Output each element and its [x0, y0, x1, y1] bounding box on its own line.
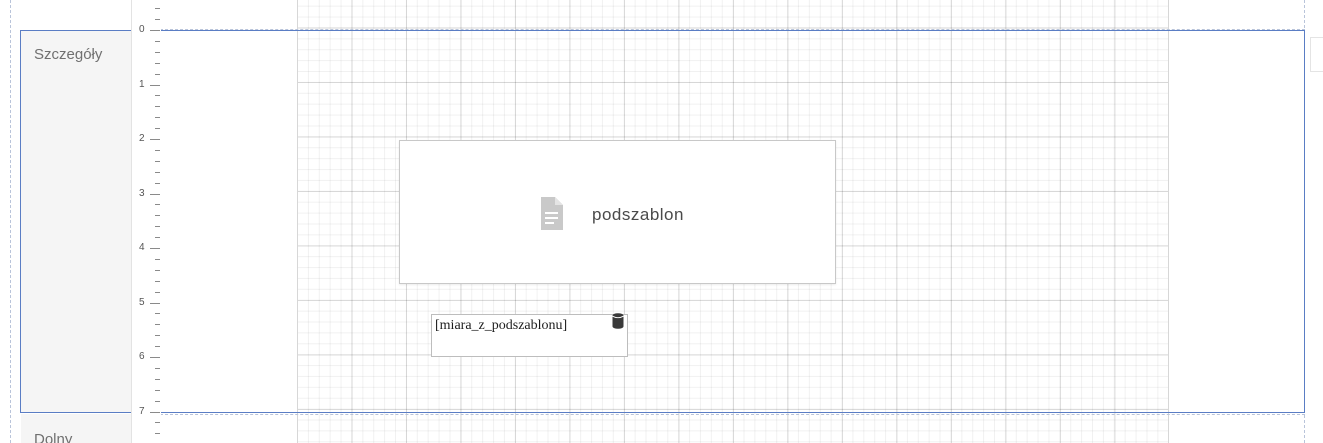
ruler-major-tick [150, 30, 160, 31]
ruler-number: 0 [139, 24, 145, 35]
database-icon[interactable] [612, 313, 624, 329]
ruler-minor-tick [155, 128, 160, 129]
ruler-minor-tick [155, 324, 160, 325]
ruler-minor-tick [155, 313, 160, 314]
ruler-number: 5 [139, 297, 145, 308]
page-margin-guide-left [10, 0, 11, 443]
ruler-minor-tick [155, 259, 160, 260]
details-band-label: Szczegóły [34, 46, 103, 63]
ruler-minor-tick [155, 368, 160, 369]
ruler-minor-tick [155, 433, 160, 434]
ruler-minor-tick [155, 63, 160, 64]
right-panel-tab[interactable] [1310, 37, 1323, 72]
ruler-minor-tick [155, 379, 160, 380]
ruler-minor-tick [155, 161, 160, 162]
ruler-minor-tick [155, 183, 160, 184]
ruler-minor-tick [155, 95, 160, 96]
footer-band-label: Dolny [34, 431, 73, 443]
ruler-minor-tick [155, 281, 160, 282]
ruler-major-tick [150, 248, 160, 249]
ruler-minor-tick [155, 215, 160, 216]
ruler-minor-tick [155, 401, 160, 402]
ruler-major-tick [150, 194, 160, 195]
ruler-major-tick [150, 303, 160, 304]
report-designer-canvas: Szczegóły Dolny 0 1 2 3 4 5 6 7 podszablon [mia… [0, 0, 1323, 443]
ruler-major-tick [150, 357, 160, 358]
ruler-minor-tick [155, 270, 160, 271]
ruler-minor-tick [155, 106, 160, 107]
ruler-minor-tick [155, 74, 160, 75]
ruler-minor-tick [155, 117, 160, 118]
ruler-minor-tick [155, 150, 160, 151]
ruler-minor-tick [155, 292, 160, 293]
ruler-minor-tick [155, 8, 160, 9]
field-expression: [miara_z_podszablonu] [435, 318, 568, 333]
ruler-number: 1 [139, 79, 145, 90]
ruler-number: 2 [139, 133, 145, 144]
ruler-number: 3 [139, 188, 145, 199]
vertical-ruler [131, 0, 161, 443]
ruler-number: 7 [139, 406, 145, 417]
ruler-minor-tick [155, 226, 160, 227]
ruler-number: 6 [139, 351, 145, 362]
ruler-minor-tick [155, 172, 160, 173]
ruler-number: 4 [139, 242, 145, 253]
ruler-minor-tick [155, 346, 160, 347]
ruler-minor-tick [155, 422, 160, 423]
ruler-minor-tick [155, 19, 160, 20]
ruler-minor-tick [155, 204, 160, 205]
ruler-major-tick [150, 85, 160, 86]
band-bottom-guide [160, 414, 1305, 415]
subreport-label: podszablon [592, 205, 684, 224]
document-icon [541, 197, 563, 230]
ruler-minor-tick [155, 52, 160, 53]
ruler-minor-tick [155, 335, 160, 336]
ruler-minor-tick [155, 41, 160, 42]
ruler-major-tick [150, 139, 160, 140]
ruler-minor-tick [155, 390, 160, 391]
ruler-minor-tick [155, 237, 160, 238]
ruler-major-tick [150, 412, 160, 413]
